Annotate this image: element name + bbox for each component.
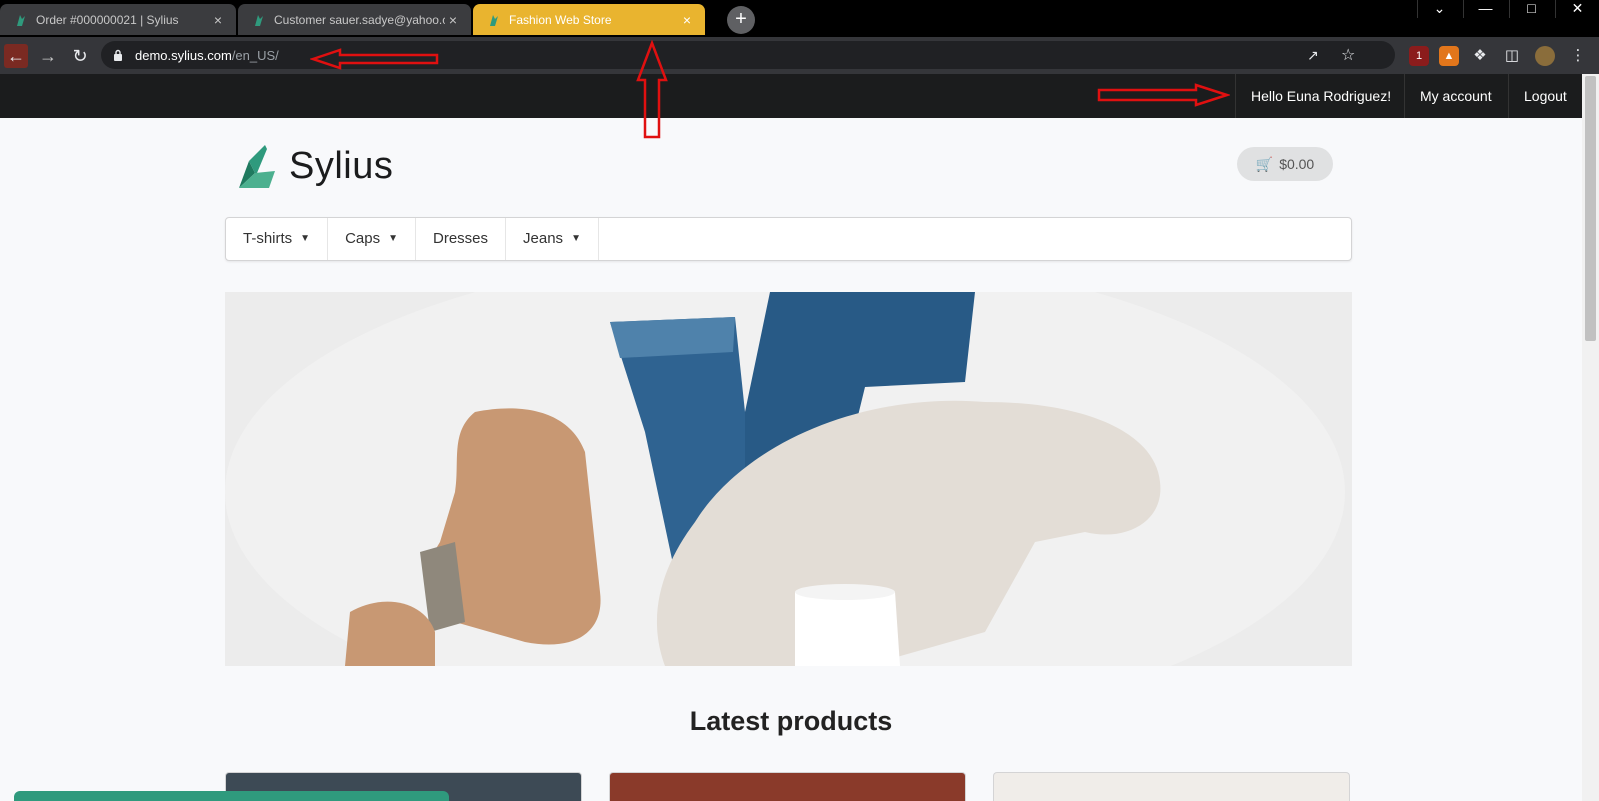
address-bar[interactable]: demo.sylius.com/en_US/ ↗ ☆ <box>101 41 1395 69</box>
menu-item-label: T-shirts <box>243 230 293 247</box>
tab-title: Order #000000021 | Sylius <box>36 12 179 27</box>
dropdown-caret-icon: ▼ <box>571 233 581 245</box>
tab-title: Fashion Web Store <box>509 12 612 27</box>
metamask-extension-icon[interactable]: ▲ <box>1439 46 1459 66</box>
hero-banner-image[interactable] <box>225 292 1352 666</box>
menu-item-dresses[interactable]: Dresses <box>416 218 507 260</box>
dropdown-caret-icon: ▼ <box>388 233 399 245</box>
close-tab-icon[interactable]: × <box>210 12 226 28</box>
category-menu: T-shirts ▼ Caps ▼ Dresses Jeans ▼ <box>225 217 1352 261</box>
page-scrollbar[interactable] <box>1582 74 1599 801</box>
browser-menu-icon[interactable]: ⋮ <box>1568 46 1588 66</box>
menu-item-label: Dresses <box>433 230 489 247</box>
url-host: demo.sylius.com <box>135 48 232 63</box>
user-greeting: Hello Euna Rodriguez! <box>1235 74 1406 118</box>
cart-total: $0.00 <box>1279 156 1315 172</box>
brand-name: Sylius <box>289 144 394 187</box>
back-icon[interactable]: ← <box>4 44 28 68</box>
side-panel-icon[interactable]: ◫ <box>1502 46 1522 66</box>
menu-item-label: Caps <box>345 230 381 247</box>
profile-avatar[interactable] <box>1535 46 1555 66</box>
browser-tab-customer[interactable]: Customer sauer.sadye@yahoo.co × <box>238 4 471 35</box>
sylius-favicon-icon <box>490 14 498 26</box>
dropdown-caret-icon: ▼ <box>300 233 311 245</box>
product-card[interactable] <box>609 772 966 801</box>
menu-item-label: Jeans <box>523 230 564 247</box>
share-icon[interactable]: ↗ <box>1307 47 1319 64</box>
reload-icon[interactable]: ↻ <box>68 44 92 68</box>
browser-tab-bar: Order #000000021 | Sylius × Customer sau… <box>0 0 1599 37</box>
forward-icon[interactable]: → <box>36 44 60 68</box>
lock-icon <box>114 49 122 61</box>
logout-link[interactable]: Logout <box>1508 74 1582 118</box>
extension-badge: 1 <box>1415 50 1423 62</box>
latest-products-heading: Latest products <box>689 706 893 736</box>
tab-title: Customer sauer.sadye@yahoo.co <box>274 12 445 27</box>
browser-tab-order[interactable]: Order #000000021 | Sylius × <box>0 4 236 35</box>
browser-tab-fashion-store[interactable]: Fashion Web Store × <box>473 4 705 35</box>
url-path: /en_US/ <box>231 48 279 63</box>
minimize-icon[interactable]: — <box>1463 0 1507 18</box>
sylius-swan-icon <box>239 145 275 188</box>
menu-item-caps[interactable]: Caps ▼ <box>328 218 417 260</box>
close-tab-icon[interactable]: × <box>679 12 695 28</box>
tab-search-icon[interactable]: ⌄ <box>1417 0 1461 18</box>
ublock-extension-icon[interactable]: 1 <box>1409 46 1429 66</box>
menu-item-tshirts[interactable]: T-shirts ▼ <box>226 218 329 260</box>
sylius-favicon-icon <box>255 14 263 26</box>
cart-icon: 🛒 <box>1255 156 1274 172</box>
product-card[interactable] <box>993 772 1350 801</box>
hero-illustration <box>225 292 1352 666</box>
sylius-logo[interactable]: Sylius <box>237 143 393 189</box>
sylius-favicon-icon <box>17 14 25 26</box>
bookmark-star-icon[interactable]: ☆ <box>1341 45 1355 65</box>
browser-toolbar: ← → ↻ demo.sylius.com/en_US/ ↗ ☆ 1 ▲ ❖ ◫… <box>0 37 1599 74</box>
extensions-puzzle-icon[interactable]: ❖ <box>1470 46 1490 66</box>
my-account-link[interactable]: My account <box>1404 74 1507 118</box>
site-top-bar: Hello Euna Rodriguez! My account Logout <box>0 74 1582 118</box>
scrollbar-thumb[interactable] <box>1585 76 1596 341</box>
url-text: demo.sylius.com/en_US/ <box>135 48 279 63</box>
new-tab-button[interactable]: + <box>727 6 755 34</box>
maximize-icon[interactable]: □ <box>1509 0 1553 18</box>
menu-item-jeans[interactable]: Jeans ▼ <box>506 218 599 260</box>
cookie-notice-bar[interactable] <box>14 791 449 801</box>
close-tab-icon[interactable]: × <box>445 12 461 28</box>
cart-button[interactable]: 🛒 $0.00 <box>1237 147 1333 181</box>
close-window-icon[interactable]: ✕ <box>1555 0 1599 18</box>
